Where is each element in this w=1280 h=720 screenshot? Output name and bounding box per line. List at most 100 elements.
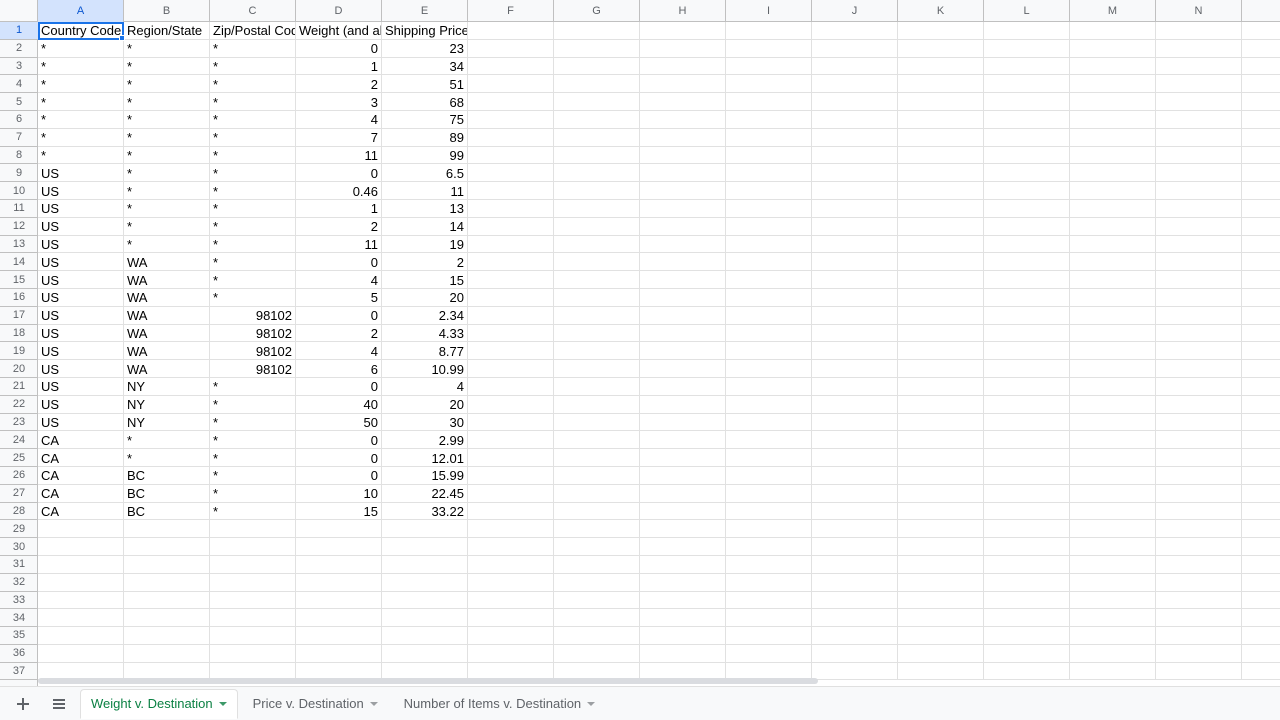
cell-E5[interactable]: 68 [382,93,468,111]
cell-L24[interactable] [984,431,1070,449]
cell-E4[interactable]: 51 [382,75,468,93]
cell-A13[interactable]: US [38,236,124,254]
column-header-I[interactable]: I [726,0,812,22]
cell-H20[interactable] [640,360,726,378]
cell-G21[interactable] [554,378,640,396]
row-header-5[interactable]: 5 [0,93,38,111]
cell-J1[interactable] [812,22,898,40]
cell-L32[interactable] [984,574,1070,592]
cell-C24[interactable]: * [210,431,296,449]
cell-B29[interactable] [124,520,210,538]
cell-D15[interactable]: 4 [296,271,382,289]
cell-K28[interactable] [898,503,984,521]
cell-M12[interactable] [1070,218,1156,236]
cell-L23[interactable] [984,414,1070,432]
cell-B6[interactable]: * [124,111,210,129]
cell-N27[interactable] [1156,485,1242,503]
cell-C27[interactable]: * [210,485,296,503]
cell-I1[interactable] [726,22,812,40]
cell-A36[interactable] [38,645,124,663]
row-header-35[interactable]: 35 [0,627,38,645]
cell-A6[interactable]: * [38,111,124,129]
cell-K15[interactable] [898,271,984,289]
cell-H26[interactable] [640,467,726,485]
cell-I18[interactable] [726,325,812,343]
cell-M17[interactable] [1070,307,1156,325]
cell-K7[interactable] [898,129,984,147]
row-header-25[interactable]: 25 [0,449,38,467]
cell-N2[interactable] [1156,40,1242,58]
cell-K3[interactable] [898,58,984,76]
cell-C32[interactable] [210,574,296,592]
cell-D25[interactable]: 0 [296,449,382,467]
cell-F2[interactable] [468,40,554,58]
cell-N22[interactable] [1156,396,1242,414]
cell-A2[interactable]: * [38,40,124,58]
cell-C23[interactable]: * [210,414,296,432]
cell-K18[interactable] [898,325,984,343]
cell-D5[interactable]: 3 [296,93,382,111]
cell-A7[interactable]: * [38,129,124,147]
cell-F18[interactable] [468,325,554,343]
cell-J12[interactable] [812,218,898,236]
cell-J9[interactable] [812,164,898,182]
cell-F6[interactable] [468,111,554,129]
horizontal-scrollbar-thumb[interactable] [38,678,818,684]
cell-I13[interactable] [726,236,812,254]
cell-B7[interactable]: * [124,129,210,147]
cell-B10[interactable]: * [124,182,210,200]
cell-H25[interactable] [640,449,726,467]
cell-N4[interactable] [1156,75,1242,93]
cell-I16[interactable] [726,289,812,307]
cell-C3[interactable]: * [210,58,296,76]
cell-N1[interactable] [1156,22,1242,40]
cell-H17[interactable] [640,307,726,325]
cell-L16[interactable] [984,289,1070,307]
cell-H12[interactable] [640,218,726,236]
cell-H6[interactable] [640,111,726,129]
cell-M4[interactable] [1070,75,1156,93]
cell-M22[interactable] [1070,396,1156,414]
row-header-23[interactable]: 23 [0,414,38,432]
cell-B35[interactable] [124,627,210,645]
cell-D29[interactable] [296,520,382,538]
cell-A14[interactable]: US [38,253,124,271]
cell-M16[interactable] [1070,289,1156,307]
cell-F30[interactable] [468,538,554,556]
cell-A28[interactable]: CA [38,503,124,521]
cell-E28[interactable]: 33.22 [382,503,468,521]
cell-F28[interactable] [468,503,554,521]
cell-D31[interactable] [296,556,382,574]
cell-J27[interactable] [812,485,898,503]
cell-J22[interactable] [812,396,898,414]
cell-N35[interactable] [1156,627,1242,645]
cell-E30[interactable] [382,538,468,556]
cell-H5[interactable] [640,93,726,111]
row-header-26[interactable]: 26 [0,467,38,485]
cell-L29[interactable] [984,520,1070,538]
cell-I12[interactable] [726,218,812,236]
cell-L20[interactable] [984,360,1070,378]
cell-J16[interactable] [812,289,898,307]
cell-B33[interactable] [124,592,210,610]
cell-M1[interactable] [1070,22,1156,40]
cell-L25[interactable] [984,449,1070,467]
cell-F35[interactable] [468,627,554,645]
cell-D14[interactable]: 0 [296,253,382,271]
cell-K23[interactable] [898,414,984,432]
cell-A25[interactable]: CA [38,449,124,467]
cell-A34[interactable] [38,609,124,627]
cell-K14[interactable] [898,253,984,271]
cell-E7[interactable]: 89 [382,129,468,147]
cell-E24[interactable]: 2.99 [382,431,468,449]
cell-M10[interactable] [1070,182,1156,200]
row-header-33[interactable]: 33 [0,592,38,610]
cell-H4[interactable] [640,75,726,93]
sheet-tab-2[interactable]: Number of Items v. Destination [393,689,607,719]
row-header-4[interactable]: 4 [0,75,38,93]
cell-L4[interactable] [984,75,1070,93]
chevron-down-icon[interactable] [587,702,595,706]
cell-I25[interactable] [726,449,812,467]
cell-L26[interactable] [984,467,1070,485]
cell-I20[interactable] [726,360,812,378]
